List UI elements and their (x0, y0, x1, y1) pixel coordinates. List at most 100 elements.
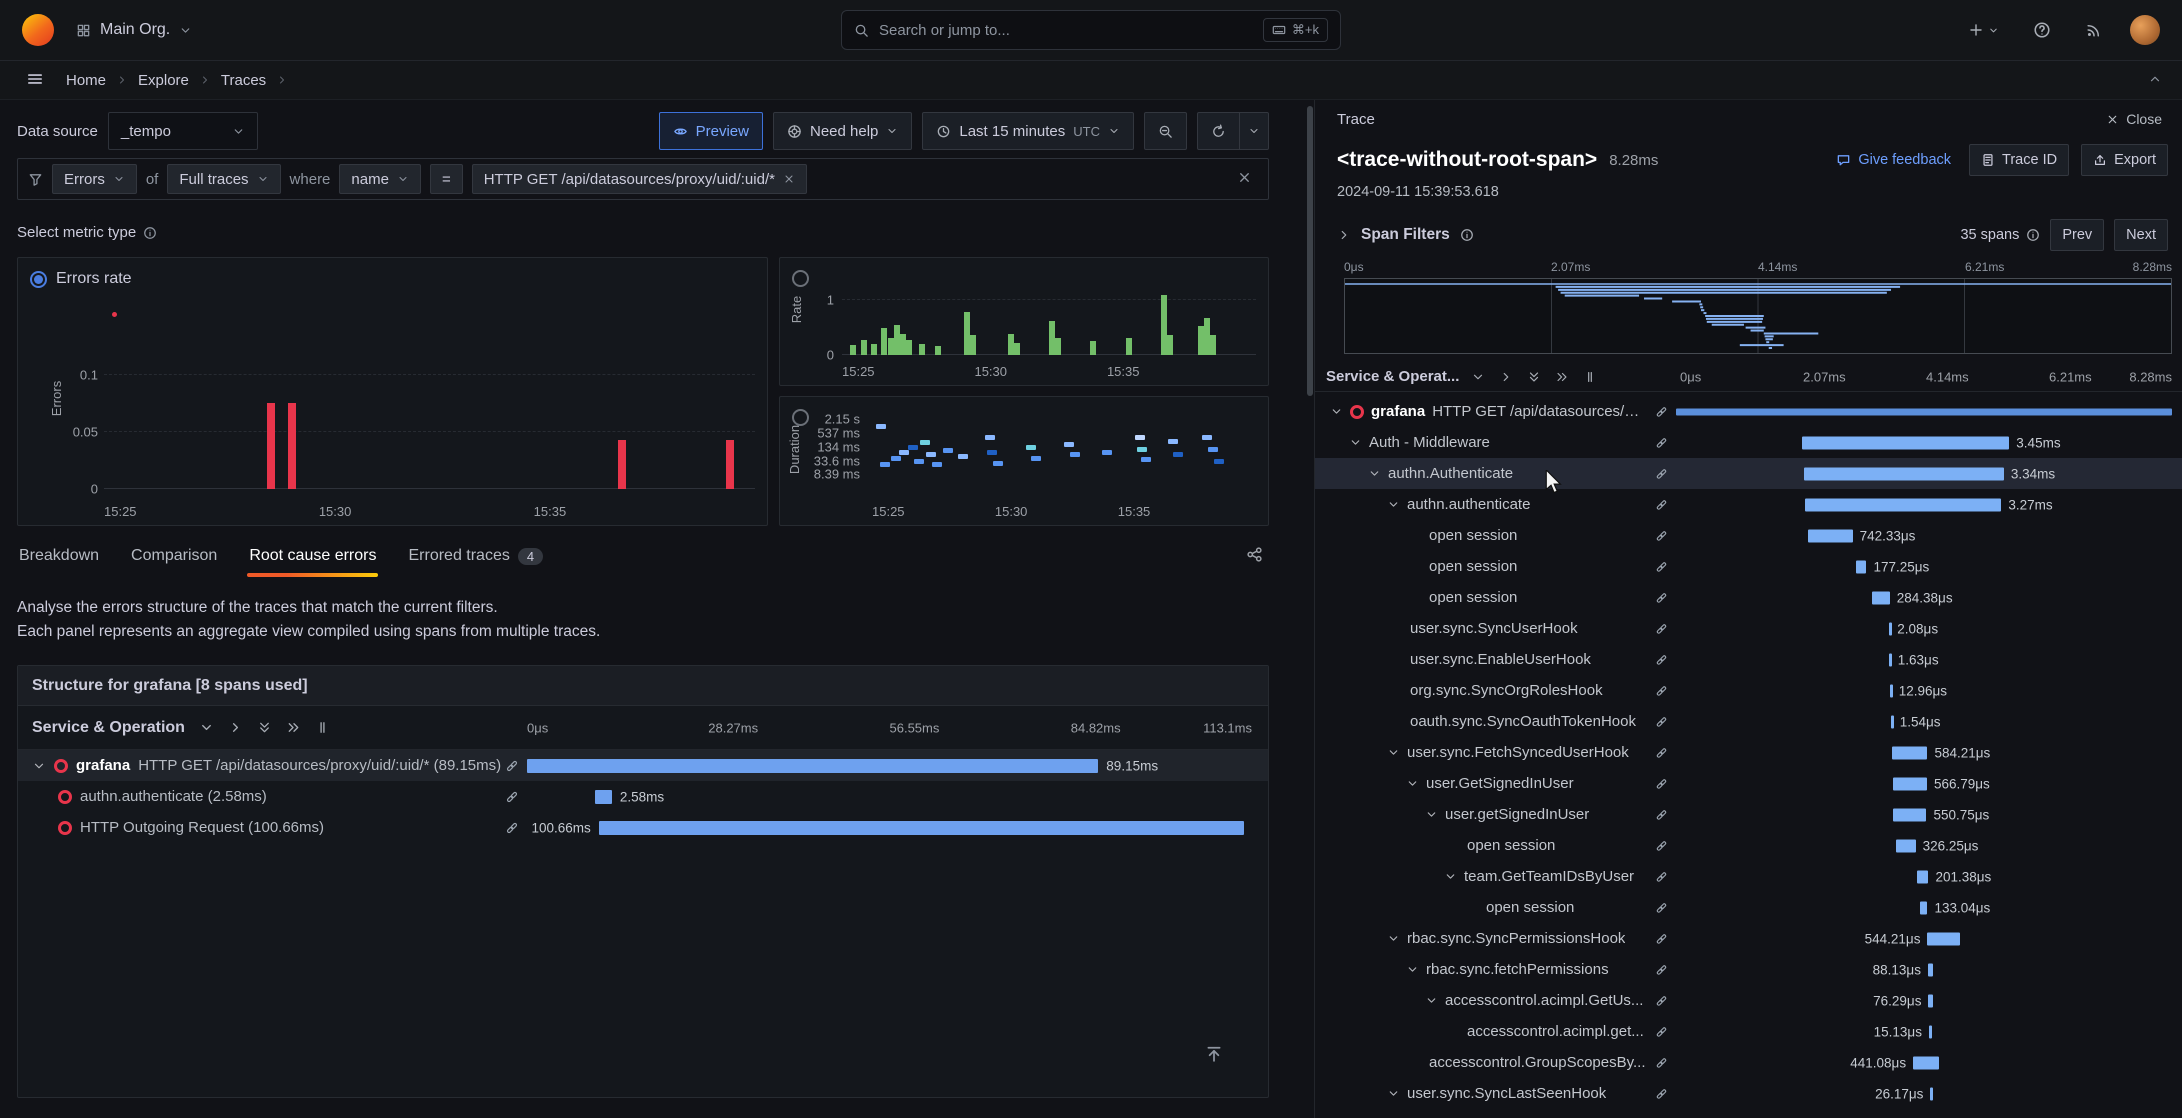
chevron-right-icon[interactable] (1337, 228, 1351, 242)
span-bar[interactable] (1802, 436, 2009, 449)
span-bar[interactable] (595, 790, 612, 804)
traces-type-pill[interactable]: Full traces (167, 164, 280, 194)
prev-span-button[interactable]: Prev (2050, 219, 2104, 251)
link-icon[interactable] (1655, 932, 1668, 945)
chevron-down-icon[interactable] (1425, 994, 1438, 1007)
span-row[interactable]: user.sync.EnableUserHook1.63μs (1315, 644, 2182, 675)
link-icon[interactable] (1655, 653, 1668, 666)
duration-point[interactable] (1214, 459, 1224, 464)
column-resize-handle[interactable] (315, 720, 330, 735)
span-bar[interactable] (1889, 653, 1892, 666)
chart-bar[interactable] (1014, 343, 1020, 355)
chart-bar[interactable] (888, 338, 894, 355)
chart-bar[interactable] (1167, 335, 1173, 355)
link-icon[interactable] (505, 790, 519, 804)
tab-comparison[interactable]: Comparison (129, 543, 219, 577)
chart-bar[interactable] (267, 403, 275, 489)
chart-bar[interactable] (861, 340, 867, 355)
span-row[interactable]: open session177.25μs (1315, 551, 2182, 582)
chart-bar[interactable] (964, 312, 970, 355)
field-pill[interactable]: name (339, 164, 421, 194)
scroll-to-top-button[interactable] (1196, 1037, 1232, 1073)
chart-bar[interactable] (871, 344, 877, 355)
link-icon[interactable] (1655, 560, 1668, 573)
duration-point[interactable] (926, 452, 936, 457)
refresh-interval-button[interactable] (1240, 112, 1269, 150)
help-button[interactable] (2027, 20, 2057, 40)
share-button[interactable] (1240, 545, 1269, 567)
chart-bar[interactable] (1161, 295, 1167, 355)
chevron-down-icon[interactable] (1368, 467, 1381, 480)
span-row[interactable]: Auth - Middleware3.45ms (1315, 427, 2182, 458)
span-row[interactable]: grafanaHTTP GET /api/datasources/pr... (1315, 396, 2182, 427)
column-resize-handle[interactable] (1583, 370, 1597, 384)
duration-point[interactable] (1137, 447, 1147, 452)
breadcrumb-item[interactable]: Explore (138, 72, 189, 89)
link-icon[interactable] (1655, 870, 1668, 883)
chevron-down-icon[interactable] (1387, 932, 1400, 945)
link-icon[interactable] (1655, 498, 1668, 511)
expand-one-icon[interactable] (1499, 370, 1513, 384)
chevron-down-icon[interactable] (1444, 870, 1457, 883)
chart-bar[interactable] (850, 345, 856, 355)
duration-radio[interactable] (792, 409, 809, 426)
link-icon[interactable] (1655, 808, 1668, 821)
vertical-scrollbar[interactable] (1306, 100, 1314, 1118)
chart-bar[interactable] (1198, 326, 1204, 355)
span-row[interactable]: team.GetTeamIDsByUser201.38μs (1315, 861, 2182, 892)
link-icon[interactable] (1655, 994, 1668, 1007)
chevron-down-icon[interactable] (1406, 777, 1419, 790)
export-button[interactable]: Export (2081, 144, 2168, 176)
preview-button[interactable]: Preview (659, 112, 763, 150)
span-bar[interactable] (1676, 408, 2172, 415)
expand-all-icon[interactable] (286, 720, 301, 735)
duration-point[interactable] (1031, 456, 1041, 461)
chart-bar[interactable] (935, 346, 941, 355)
span-row[interactable]: open session133.04μs (1315, 892, 2182, 923)
span-bar[interactable] (1928, 994, 1932, 1007)
span-bar[interactable] (1889, 622, 1892, 635)
duration-point[interactable] (876, 424, 886, 429)
info-icon[interactable] (2026, 228, 2040, 242)
duration-point[interactable] (899, 450, 909, 455)
chart-bar[interactable] (1210, 335, 1216, 355)
span-bar[interactable] (1893, 808, 1926, 821)
span-bar[interactable] (1893, 777, 1927, 790)
span-bar[interactable] (1804, 467, 2004, 480)
link-icon[interactable] (1655, 715, 1668, 728)
span-row[interactable]: user.sync.SyncLastSeenHook26.17μs (1315, 1078, 2182, 1109)
structure-panel-title[interactable]: Structure for grafana [8 spans used] (18, 666, 1268, 706)
tab-root-cause-errors[interactable]: Root cause errors (247, 543, 378, 577)
chart-bar[interactable] (1126, 338, 1132, 355)
avatar[interactable] (2130, 15, 2160, 45)
collapse-one-icon[interactable] (1471, 370, 1485, 384)
link-icon[interactable] (505, 759, 519, 773)
duration-point[interactable] (1141, 457, 1151, 462)
chart-bar[interactable] (726, 440, 734, 489)
next-span-button[interactable]: Next (2114, 219, 2168, 251)
span-bar[interactable] (1896, 839, 1915, 852)
expand-all-icon[interactable] (1555, 370, 1569, 384)
span-bar[interactable] (1805, 498, 2001, 511)
operator-pill[interactable]: = (430, 164, 463, 194)
duration-point[interactable] (987, 450, 997, 455)
breadcrumb-item[interactable]: Traces (221, 72, 266, 89)
duration-point[interactable] (1173, 452, 1183, 457)
link-icon[interactable] (1655, 684, 1668, 697)
span-bar[interactable] (1890, 684, 1893, 697)
link-icon[interactable] (1655, 963, 1668, 976)
link-icon[interactable] (1655, 1087, 1668, 1100)
link-icon[interactable] (1655, 746, 1668, 759)
link-icon[interactable] (1655, 1025, 1668, 1038)
datasource-picker[interactable]: _tempo (108, 112, 258, 150)
span-bar[interactable] (1856, 560, 1867, 573)
mega-menu-toggle[interactable] (20, 69, 50, 92)
structure-row[interactable]: grafanaHTTP GET /api/datasources/proxy/u… (18, 750, 1268, 781)
errors-rate-radio[interactable]: Errors rate (30, 270, 132, 288)
trace-minimap[interactable] (1344, 278, 2172, 354)
span-bar[interactable] (527, 759, 1098, 773)
chevron-down-icon[interactable] (1387, 746, 1400, 759)
span-bar[interactable] (1891, 715, 1894, 728)
tab-breakdown[interactable]: Breakdown (17, 543, 101, 577)
link-icon[interactable] (1655, 839, 1668, 852)
